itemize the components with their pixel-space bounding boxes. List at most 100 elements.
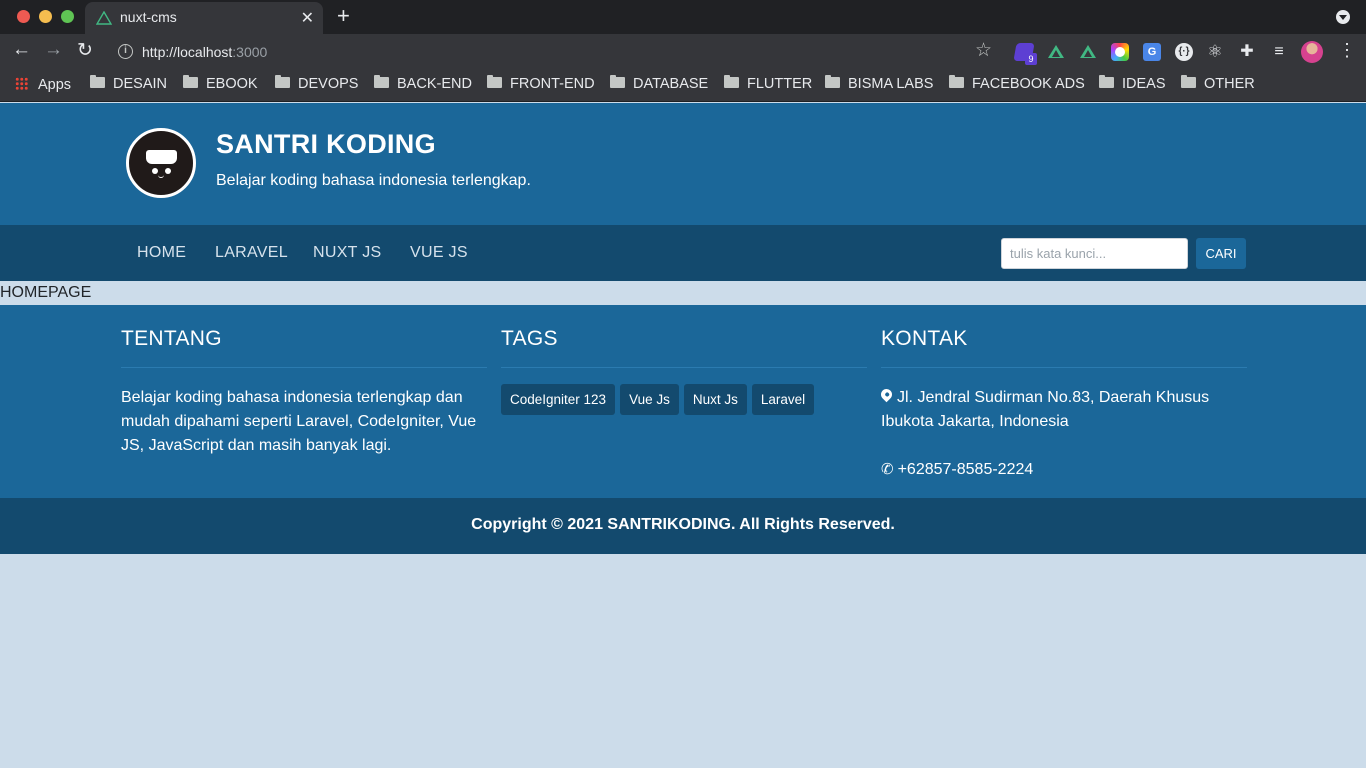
site-header: SANTRI KODING Belajar koding bahasa indo… <box>0 103 1366 225</box>
bookmark-label: FACEBOOK ADS <box>972 76 1085 92</box>
contact-phone-text: +62857-8585-2224 <box>897 461 1034 478</box>
bookmark-label: FRONT-END <box>510 76 595 92</box>
bookmark-folder-facebook-ads[interactable]: FACEBOOK ADS <box>949 75 1085 92</box>
folder-icon <box>724 75 739 88</box>
bookmark-star-icon[interactable]: ☆ <box>975 39 992 62</box>
bookmark-label: IDEAS <box>1122 76 1166 92</box>
bookmark-folder-front-end[interactable]: FRONT-END <box>487 75 595 92</box>
translate-extension-icon[interactable]: G <box>1143 43 1161 61</box>
bookmark-folder-database[interactable]: DATABASE <box>610 75 709 92</box>
bookmark-label: BISMA LABS <box>848 76 934 92</box>
browser-toolbar: ← → ↻ i http://localhost:3000 ☆ 9 G {·} … <box>0 34 1366 70</box>
folder-icon <box>825 75 840 88</box>
copyright-text: Copyright © 2021 SANTRIKODING. All Right… <box>471 516 895 533</box>
folder-icon <box>487 75 502 88</box>
bookmark-folder-ideas[interactable]: IDEAS <box>1099 75 1166 92</box>
folder-icon <box>610 75 625 88</box>
browser-tab-bar: nuxt-cms ✕ + <box>0 0 1366 34</box>
nav-link-laravel[interactable]: LARAVEL <box>215 244 288 262</box>
site-logo[interactable] <box>126 128 196 198</box>
back-arrow-icon[interactable]: ← <box>12 39 31 61</box>
footer-tags-column: TAGS CodeIgniter 123 Vue Js Nuxt Js Laravel <box>501 327 867 415</box>
bookmark-folder-devops[interactable]: DEVOPS <box>275 75 359 92</box>
logo-eye-left <box>152 168 158 174</box>
bookmark-label: OTHER <box>1204 76 1255 92</box>
bookmark-folder-flutter[interactable]: FLUTTER <box>724 75 813 92</box>
react-devtools-icon[interactable]: ⚛ <box>1206 43 1224 61</box>
phone-icon: ✆ <box>881 461 894 478</box>
color-picker-extension-icon[interactable] <box>1111 43 1129 61</box>
nav-link-home[interactable]: HOME <box>137 244 186 262</box>
folder-icon <box>275 75 290 88</box>
folder-icon <box>949 75 964 88</box>
nav-link-vue-js[interactable]: VUE JS <box>410 244 468 262</box>
profile-avatar[interactable] <box>1301 41 1323 63</box>
forward-arrow-icon[interactable]: → <box>44 39 63 61</box>
footer-about-title: TENTANG <box>121 327 487 368</box>
footer-about-text: Belajar koding bahasa indonesia terlengk… <box>121 389 477 454</box>
contact-address: Jl. Jendral Sudirman No.83, Daerah Khusu… <box>878 386 1247 434</box>
map-pin-icon <box>878 386 895 403</box>
reading-list-icon[interactable]: ≡ <box>1270 43 1288 61</box>
page-content-label: HOMEPAGE <box>0 284 92 301</box>
folder-icon <box>90 75 105 88</box>
search-button[interactable]: CARI <box>1196 238 1246 269</box>
tag-list: CodeIgniter 123 Vue Js Nuxt Js Laravel <box>501 384 867 415</box>
bookmark-label: BACK-END <box>397 76 472 92</box>
new-tab-button[interactable]: + <box>337 3 350 29</box>
bookmark-label: Apps <box>38 77 72 93</box>
folder-icon <box>1099 75 1114 88</box>
bookmark-folder-other[interactable]: OTHER <box>1181 75 1255 92</box>
close-window-button[interactable] <box>17 10 30 23</box>
minimize-window-button[interactable] <box>39 10 52 23</box>
bookmark-label: DEVOPS <box>298 76 359 92</box>
tag-laravel[interactable]: Laravel <box>751 384 815 415</box>
extensions-puzzle-icon[interactable]: ✚ <box>1238 43 1256 61</box>
apps-grid-icon <box>15 77 28 90</box>
tag-nuxt-js[interactable]: Nuxt Js <box>683 384 747 415</box>
browser-menu-icon[interactable]: ⋮ <box>1338 40 1356 61</box>
logo-cap-shape <box>146 150 177 164</box>
bookmark-label: DATABASE <box>633 76 709 92</box>
bookmarks-bar: Apps DESAIN EBOOK DEVOPS BACK-END FRONT-… <box>0 70 1366 102</box>
browser-tab[interactable]: nuxt-cms ✕ <box>85 2 323 34</box>
contact-address-text: Jl. Jendral Sudirman No.83, Daerah Khusu… <box>881 389 1210 430</box>
footer-tags-title: TAGS <box>501 327 867 368</box>
logo-mouth <box>158 175 164 178</box>
folder-icon <box>1181 75 1196 88</box>
bookmark-label: EBOOK <box>206 76 258 92</box>
extension-icon-6[interactable]: {·} <box>1175 43 1193 61</box>
nuxt-devtools-icon[interactable] <box>1080 45 1096 58</box>
folder-icon <box>374 75 389 88</box>
address-bar[interactable]: http://localhost:3000 <box>142 44 267 60</box>
copyright-bar: Copyright © 2021 SANTRIKODING. All Right… <box>0 498 1366 554</box>
bookmark-folder-bisma-labs[interactable]: BISMA LABS <box>825 75 934 92</box>
bookmark-apps[interactable]: Apps <box>15 76 71 93</box>
site-title[interactable]: SANTRI KODING <box>216 129 436 160</box>
search-input[interactable] <box>1001 238 1188 269</box>
logo-eye-right <box>165 168 171 174</box>
tab-search-icon[interactable] <box>1336 10 1350 24</box>
tag-codeigniter-123[interactable]: CodeIgniter 123 <box>501 384 616 415</box>
footer-contact-title: KONTAK <box>881 327 1247 368</box>
tag-vue-js[interactable]: Vue Js <box>620 384 679 415</box>
nav-link-nuxt-js[interactable]: NUXT JS <box>313 244 381 262</box>
reload-icon[interactable]: ↻ <box>77 39 93 62</box>
nuxt-favicon-icon <box>96 11 112 25</box>
bookmark-folder-desain[interactable]: DESAIN <box>90 75 167 92</box>
tab-close-icon[interactable]: ✕ <box>301 8 314 28</box>
site-footer: TENTANG Belajar koding bahasa indonesia … <box>0 305 1366 498</box>
maximize-window-button[interactable] <box>61 10 74 23</box>
bookmark-folder-ebook[interactable]: EBOOK <box>183 75 258 92</box>
vue-devtools-icon[interactable] <box>1048 45 1064 58</box>
contact-phone: ✆ +62857-8585-2224 <box>881 458 1247 482</box>
folder-icon <box>183 75 198 88</box>
url-port: :3000 <box>232 44 268 60</box>
site-info-icon[interactable]: i <box>118 44 133 59</box>
bookmark-label: FLUTTER <box>747 76 813 92</box>
url-host: http://localhost <box>142 44 233 60</box>
site-navbar: HOME LARAVEL NUXT JS VUE JS CARI <box>0 225 1366 281</box>
bookmark-folder-back-end[interactable]: BACK-END <box>374 75 472 92</box>
tab-title: nuxt-cms <box>120 9 177 25</box>
footer-about-column: TENTANG Belajar koding bahasa indonesia … <box>121 327 487 458</box>
